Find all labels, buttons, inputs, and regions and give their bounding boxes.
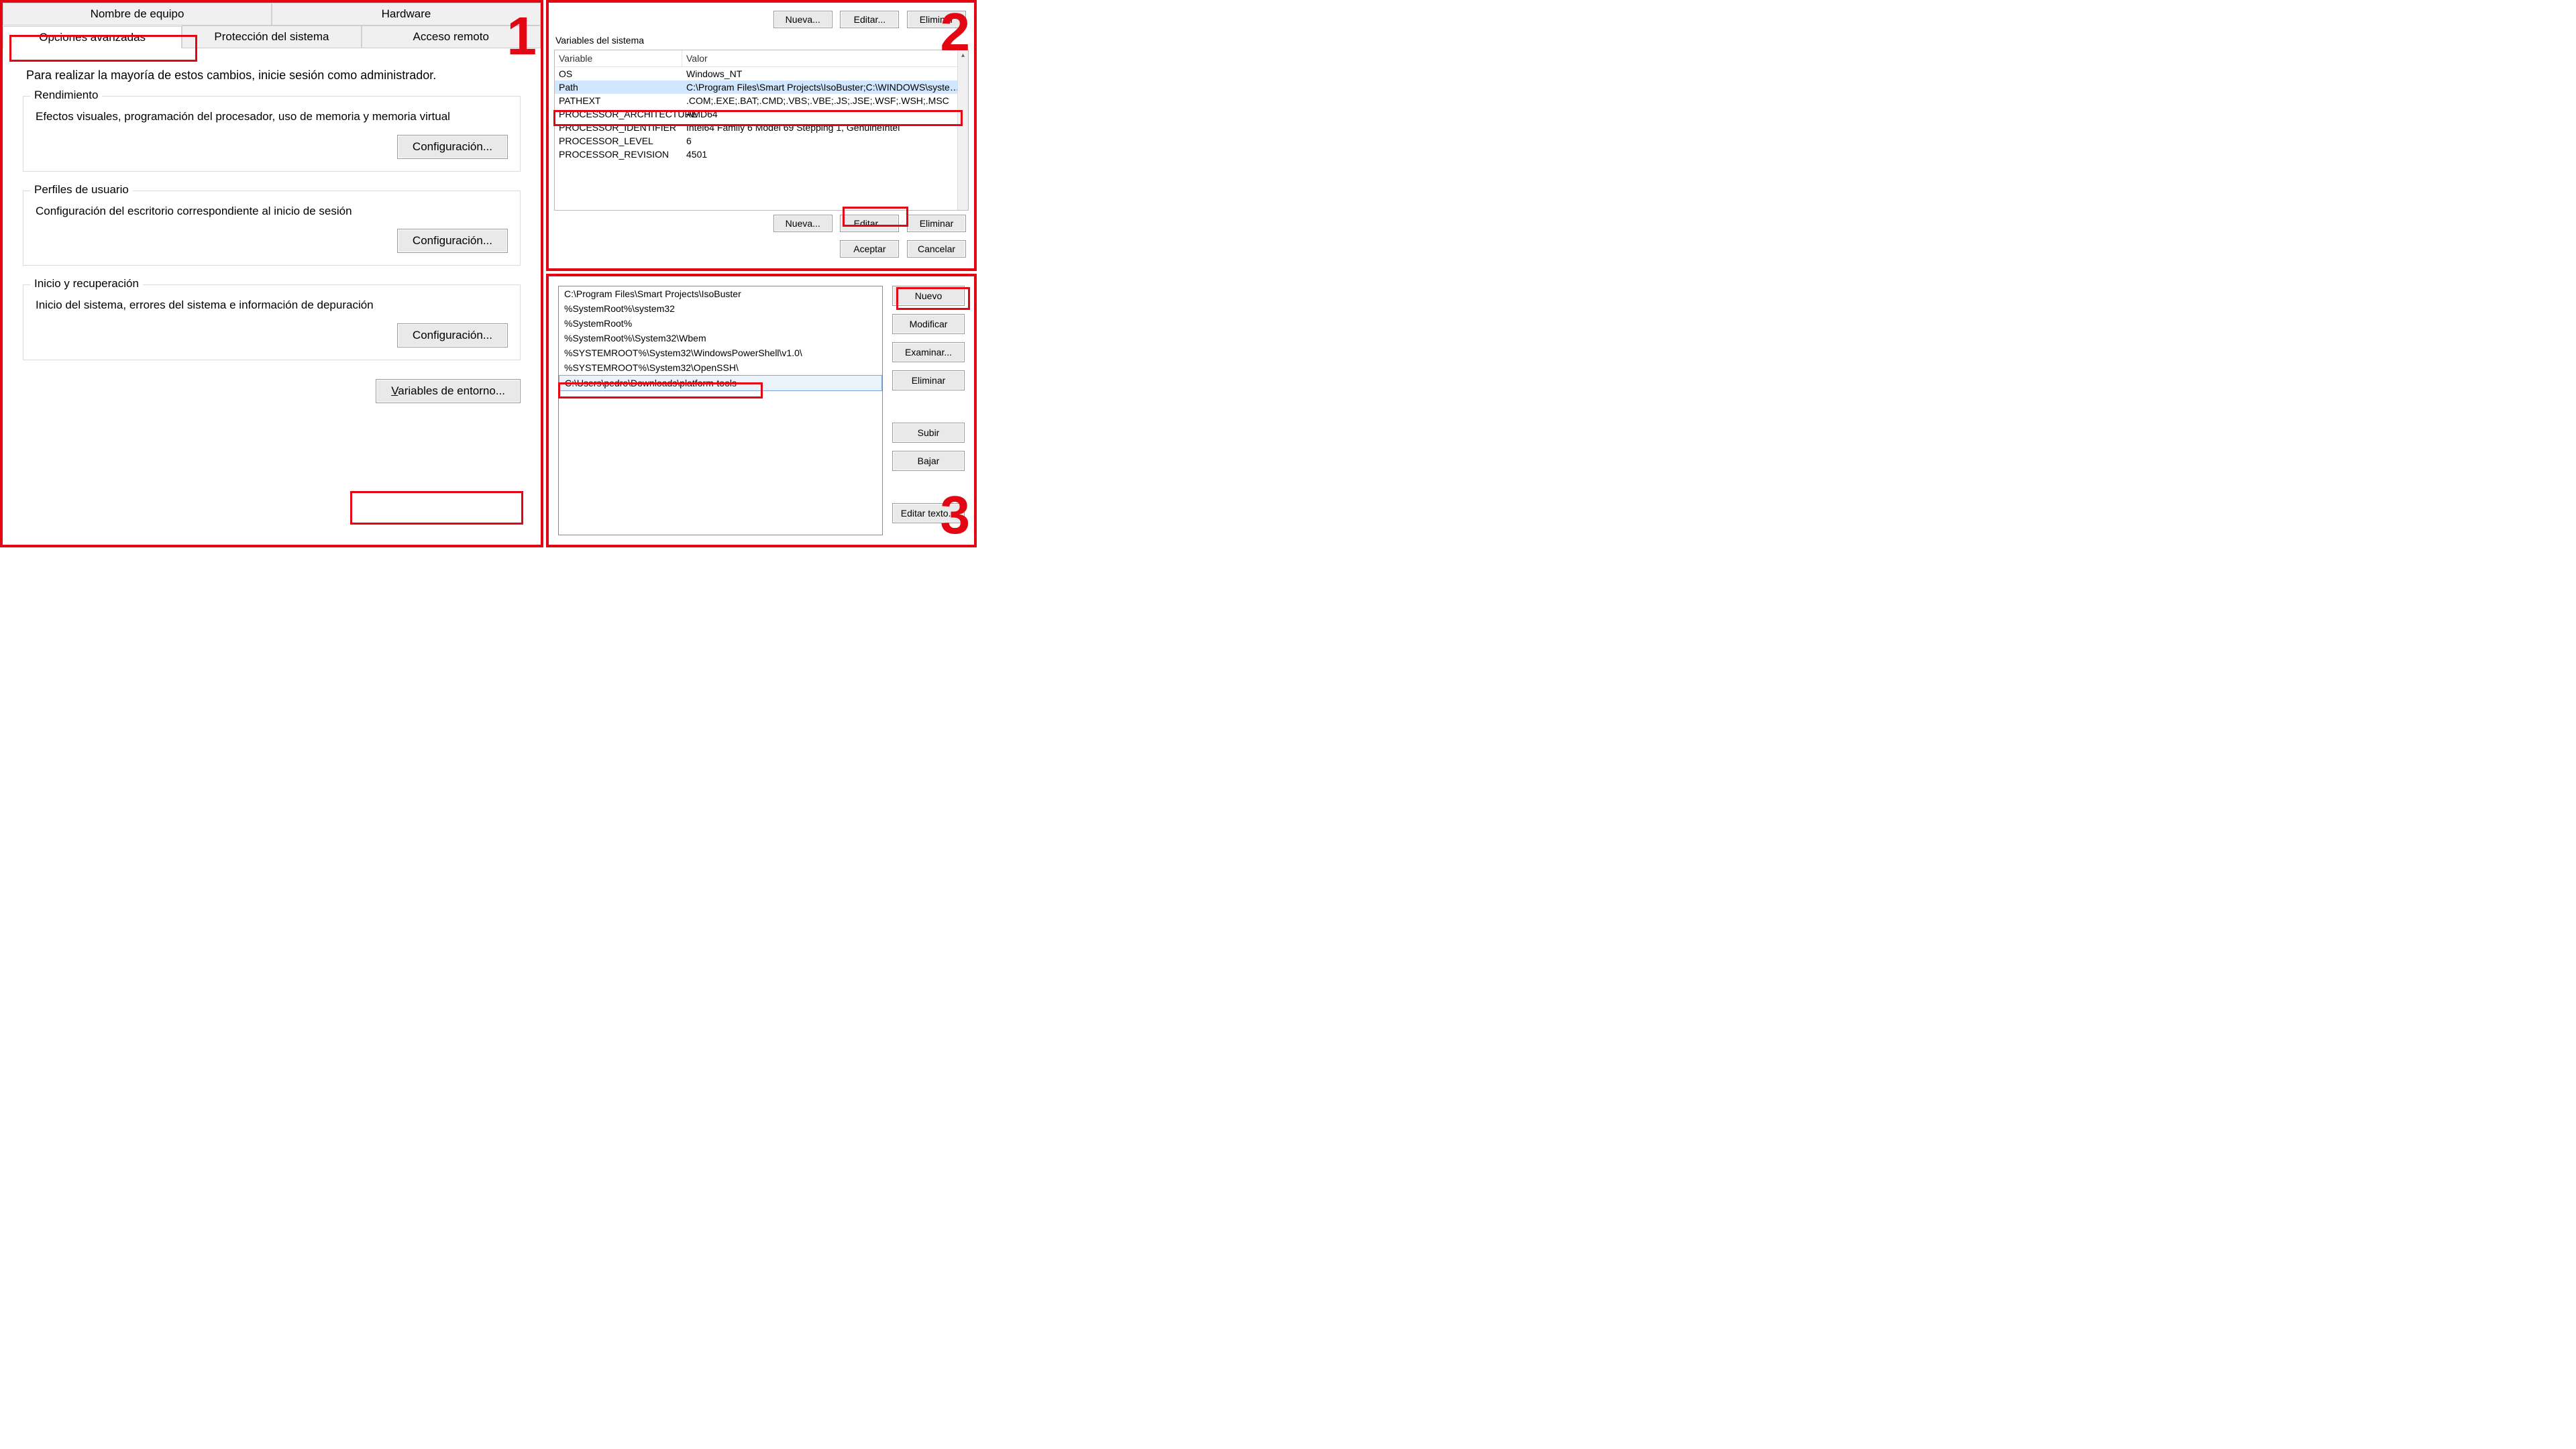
step-number-1: 1: [507, 9, 537, 63]
admin-note: Para realizar la mayoría de estos cambio…: [26, 68, 521, 83]
step-number-3: 3: [941, 488, 971, 542]
path-entry[interactable]: C:\Users\pedro\Downloads\platform-tools: [559, 375, 882, 391]
path-entries-list[interactable]: C:\Program Files\Smart Projects\IsoBuste…: [558, 286, 883, 535]
path-entry[interactable]: C:\Program Files\Smart Projects\IsoBuste…: [559, 286, 882, 301]
path-browse-button[interactable]: Examinar...: [892, 342, 965, 362]
path-entry[interactable]: %SystemRoot%\system32: [559, 301, 882, 316]
environment-variables-panel: Nueva... Editar... Eliminar Variables de…: [546, 0, 977, 271]
path-entry[interactable]: %SYSTEMROOT%\System32\OpenSSH\: [559, 360, 882, 375]
system-var-value: Intel64 Family 6 Model 69 Stepping 1, Ge…: [682, 121, 968, 134]
highlight-env-vars-button: [350, 491, 523, 525]
system-var-row[interactable]: PROCESSOR_IDENTIFIERIntel64 Family 6 Mod…: [555, 121, 968, 134]
system-var-value: .COM;.EXE;.BAT;.CMD;.VBS;.VBE;.JS;.JSE;.…: [682, 94, 968, 107]
system-var-name: Path: [555, 80, 682, 94]
step-number-2: 2: [941, 5, 971, 59]
system-var-row[interactable]: PATHEXT.COM;.EXE;.BAT;.CMD;.VBS;.VBE;.JS…: [555, 94, 968, 107]
group-user-profiles-desc: Configuración del escritorio correspondi…: [36, 203, 508, 220]
path-entry[interactable]: %SystemRoot%\System32\Wbem: [559, 331, 882, 345]
path-new-button[interactable]: Nuevo: [892, 286, 965, 306]
system-var-value: 6: [682, 134, 968, 148]
group-startup-recovery-legend: Inicio y recuperación: [30, 277, 143, 290]
environment-variables-button[interactable]: Variables de entorno...: [376, 379, 521, 403]
group-performance-legend: Rendimiento: [30, 89, 102, 102]
system-var-name: PROCESSOR_IDENTIFIER: [555, 121, 682, 134]
system-var-row[interactable]: PROCESSOR_LEVEL6: [555, 134, 968, 148]
tab-hardware[interactable]: Hardware: [272, 3, 541, 25]
system-var-name: PATHEXT: [555, 94, 682, 107]
tab-advanced-options[interactable]: Opciones avanzadas: [3, 26, 182, 48]
user-edit-button[interactable]: Editar...: [840, 11, 899, 28]
system-variables-list[interactable]: Variable Valor OSWindows_NTPathC:\Progra…: [554, 50, 969, 211]
system-vars-button-row: Nueva... Editar... Eliminar: [554, 211, 969, 236]
path-delete-button[interactable]: Eliminar: [892, 370, 965, 390]
system-variables-label: Variables del sistema: [554, 32, 969, 50]
system-properties-panel: Nombre de equipo Hardware Opciones avanz…: [0, 0, 543, 547]
tab-computer-name[interactable]: Nombre de equipo: [3, 3, 272, 25]
list-scrollbar[interactable]: ▴: [957, 50, 968, 210]
edit-path-panel: C:\Program Files\Smart Projects\IsoBuste…: [546, 274, 977, 547]
system-var-row[interactable]: PROCESSOR_REVISION4501: [555, 148, 968, 161]
system-var-row[interactable]: PathC:\Program Files\Smart Projects\IsoB…: [555, 80, 968, 94]
path-down-button[interactable]: Bajar: [892, 451, 965, 471]
list-header: Variable Valor: [555, 50, 968, 67]
header-variable[interactable]: Variable: [555, 50, 682, 66]
user-new-button[interactable]: Nueva...: [773, 11, 833, 28]
system-var-value: 4501: [682, 148, 968, 161]
tabs-row-1: Nombre de equipo Hardware: [3, 3, 541, 25]
path-up-button[interactable]: Subir: [892, 423, 965, 443]
performance-settings-button[interactable]: Configuración...: [397, 135, 508, 159]
group-startup-recovery-desc: Inicio del sistema, errores del sistema …: [36, 297, 508, 314]
system-var-value: AMD64: [682, 107, 968, 121]
startup-recovery-settings-button[interactable]: Configuración...: [397, 323, 508, 347]
system-var-name: PROCESSOR_LEVEL: [555, 134, 682, 148]
user-vars-button-row: Nueva... Editar... Eliminar: [554, 7, 969, 32]
system-delete-button[interactable]: Eliminar: [907, 215, 966, 232]
path-modify-button[interactable]: Modificar: [892, 314, 965, 334]
system-var-row[interactable]: OSWindows_NT: [555, 67, 968, 80]
path-entry[interactable]: %SystemRoot%: [559, 316, 882, 331]
header-value[interactable]: Valor: [682, 50, 968, 66]
cancel-button[interactable]: Cancelar: [907, 240, 966, 258]
system-edit-button[interactable]: Editar...: [840, 215, 899, 232]
group-performance: Rendimiento Efectos visuales, programaci…: [23, 96, 521, 172]
user-profiles-settings-button[interactable]: Configuración...: [397, 229, 508, 253]
system-var-name: OS: [555, 67, 682, 80]
system-var-value: C:\Program Files\Smart Projects\IsoBuste…: [682, 80, 968, 94]
system-var-row[interactable]: PROCESSOR_ARCHITECTUREAMD64: [555, 107, 968, 121]
tabs-row-2: Opciones avanzadas Protección del sistem…: [3, 25, 541, 48]
system-var-name: PROCESSOR_REVISION: [555, 148, 682, 161]
system-var-value: Windows_NT: [682, 67, 968, 80]
group-performance-desc: Efectos visuales, programación del proce…: [36, 109, 508, 125]
dialog-button-row: Aceptar Cancelar: [554, 236, 969, 262]
group-startup-recovery: Inicio y recuperación Inicio del sistema…: [23, 284, 521, 360]
ok-button[interactable]: Aceptar: [840, 240, 899, 258]
path-entry[interactable]: %SYSTEMROOT%\System32\WindowsPowerShell\…: [559, 345, 882, 360]
tab-system-protection[interactable]: Protección del sistema: [182, 25, 361, 48]
group-user-profiles: Perfiles de usuario Configuración del es…: [23, 191, 521, 266]
system-new-button[interactable]: Nueva...: [773, 215, 833, 232]
system-var-name: PROCESSOR_ARCHITECTURE: [555, 107, 682, 121]
group-user-profiles-legend: Perfiles de usuario: [30, 183, 133, 197]
